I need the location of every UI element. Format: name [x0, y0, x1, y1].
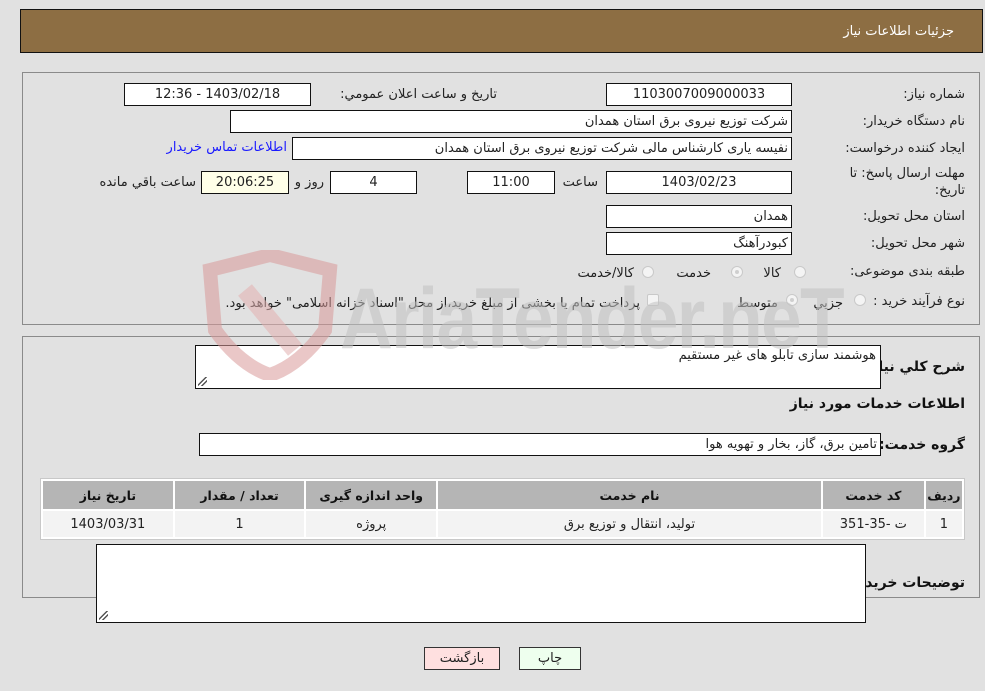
resize-grip-icon[interactable]	[99, 611, 108, 620]
creator-field: نفیسه یاری کارشناس مالی شرکت توزیع نیروی…	[292, 137, 792, 160]
col-row-header: ردیف	[925, 481, 962, 509]
creator-label: ایجاد کننده درخواست:	[845, 141, 965, 156]
need-details-panel: شماره نیاز: 1103007009000033 تاریخ و ساع…	[22, 72, 980, 325]
service-group-field: تامین برق، گاز، بخار و تهویه هوا	[199, 433, 881, 456]
process-medium-label: متوسط	[737, 296, 778, 311]
col-qty-header: تعداد / مقدار	[174, 481, 305, 509]
services-table: ردیف کد خدمت نام خدمت واحد اندازه گیری ت…	[40, 478, 965, 540]
page-title: جزئیات اطلاعات نیاز	[843, 24, 954, 39]
cell-qty: 1	[174, 511, 305, 537]
category-goods-label: کالا	[763, 266, 781, 281]
col-name-header: نام خدمت	[438, 481, 821, 509]
city-field: کبودرآهنگ	[606, 232, 792, 255]
category-service-radio[interactable]	[731, 266, 743, 278]
services-table-header: ردیف کد خدمت نام خدمت واحد اندازه گیری ت…	[43, 481, 962, 509]
remaining-time-field: 20:06:25	[201, 171, 289, 194]
description-textarea[interactable]: هوشمند سازی تابلو های غیر مستقیم	[195, 345, 881, 389]
back-button[interactable]: بازگشت	[424, 647, 500, 670]
cell-code: ت -35-351	[822, 511, 924, 537]
need-summary-panel: شرح کلي نیاز: هوشمند سازی تابلو های غیر …	[22, 336, 980, 623]
treasury-checkbox[interactable]	[647, 294, 659, 306]
deadline-date-field: 1403/02/23	[606, 171, 792, 194]
deadline-time-label: ساعت	[562, 175, 598, 190]
cell-row: 1	[925, 511, 962, 537]
process-medium-radio[interactable]	[786, 294, 798, 306]
buyer-org-label: نام دستگاه خریدار:	[862, 114, 965, 129]
col-unit-header: واحد اندازه گیری	[306, 481, 437, 509]
buyer-contact-link[interactable]: اطلاعات تماس خریدار	[167, 140, 287, 155]
process-label: نوع فرآیند خرید :	[873, 294, 965, 309]
category-goods-service-label: کالا/خدمت	[577, 266, 634, 281]
treasury-note: پرداخت تمام یا بخشی از مبلغ خرید،از محل …	[225, 296, 640, 311]
cell-date: 1403/03/31	[43, 511, 173, 537]
province-field: همدان	[606, 205, 792, 228]
description-text: هوشمند سازی تابلو های غیر مستقیم	[678, 348, 876, 363]
col-date-header: تاریخ نیاز	[43, 481, 173, 509]
category-service-label: خدمت	[676, 266, 711, 281]
days-label: روز و	[294, 175, 324, 190]
service-group-label: گروه خدمت:	[879, 437, 965, 453]
province-label: استان محل تحویل:	[863, 209, 965, 224]
print-button[interactable]: چاپ	[519, 647, 581, 670]
col-code-header: کد خدمت	[822, 481, 924, 509]
deadline-label: مهلت ارسال پاسخ: تا تاریخ:	[849, 166, 965, 198]
cell-name: تولید، انتقال و توزیع برق	[438, 511, 821, 537]
cell-unit: پروژه	[306, 511, 437, 537]
deadline-time-field: 11:00	[467, 171, 555, 194]
buyer-notes-textarea[interactable]	[96, 544, 866, 623]
resize-grip-icon[interactable]	[198, 377, 207, 386]
table-row: 1 ت -35-351 تولید، انتقال و توزیع برق پر…	[43, 511, 962, 537]
announce-datetime-field: 1403/02/18 - 12:36	[124, 83, 311, 106]
need-number-label: شماره نیاز:	[903, 87, 965, 102]
process-minor-label: جزيي	[813, 296, 843, 311]
category-goods-service-radio[interactable]	[642, 266, 654, 278]
need-number-field: 1103007009000033	[606, 83, 792, 106]
services-heading: اطلاعات خدمات مورد نیاز	[789, 396, 965, 412]
process-minor-radio[interactable]	[854, 294, 866, 306]
remaining-label: ساعت باقي مانده	[99, 175, 196, 190]
category-label: طبقه بندی موضوعی:	[849, 264, 965, 279]
announce-label: تاریخ و ساعت اعلان عمومي:	[340, 87, 497, 102]
days-remaining-field: 4	[330, 171, 417, 194]
category-goods-radio[interactable]	[794, 266, 806, 278]
city-label: شهر محل تحویل:	[870, 236, 965, 251]
page-header: جزئیات اطلاعات نیاز	[20, 9, 983, 53]
buyer-org-field: شرکت توزیع نیروی برق استان همدان	[230, 110, 792, 133]
